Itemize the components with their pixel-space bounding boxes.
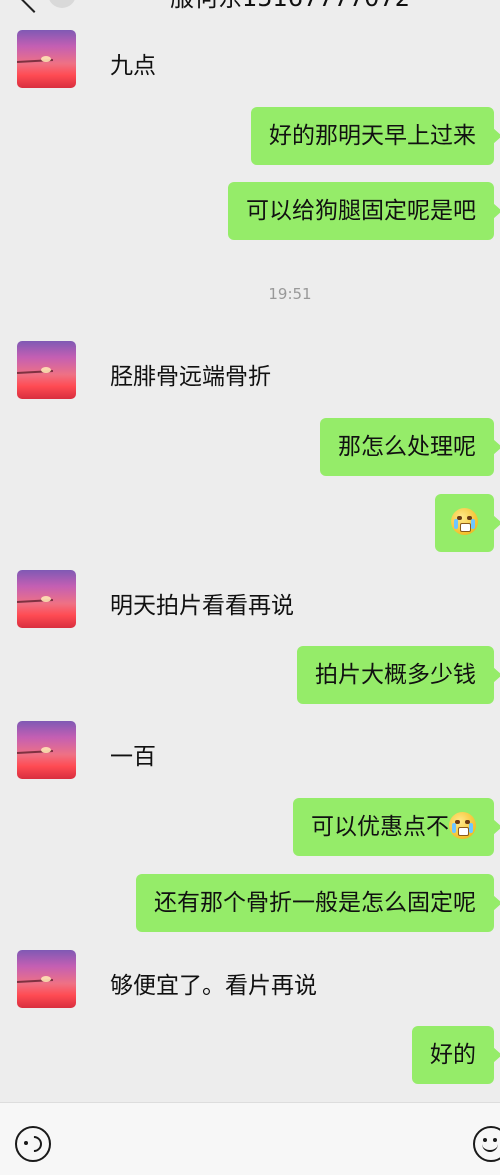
outgoing-message-text: 还有那个骨折一般是怎么固定呢 (154, 890, 476, 916)
top-bar: 5 服何东15167777072 (0, 0, 500, 14)
outgoing-message-bubble: 那怎么处理呢 (320, 418, 500, 476)
outgoing-message-text: 那怎么处理呢 (338, 434, 476, 460)
outgoing-message-text: 可以给狗腿固定呢是吧 (246, 198, 476, 224)
outgoing-message-text: 好的那明天早上过来 (269, 123, 476, 149)
contact-avatar[interactable] (17, 570, 76, 628)
outgoing-message-bubble: 好的 (412, 1026, 500, 1084)
voice-icon[interactable] (15, 1126, 51, 1162)
outgoing-message-bubble: 可以优惠点不 (293, 798, 500, 856)
input-toolbar (0, 1102, 500, 1175)
incoming-message: 胫腓骨远端骨折 (110, 364, 271, 390)
grimace-tears-emoji-icon (451, 508, 478, 535)
outgoing-message-text: 好的 (430, 1042, 476, 1068)
outgoing-message-bubble: 可以给狗腿固定呢是吧 (228, 182, 500, 240)
incoming-message: 一百 (110, 744, 156, 770)
outgoing-message-bubble: 好的那明天早上过来 (251, 107, 500, 165)
contact-avatar[interactable] (17, 30, 76, 88)
outgoing-emoji-bubble (435, 494, 500, 552)
smile-icon[interactable] (473, 1126, 500, 1162)
contact-avatar[interactable] (17, 721, 76, 779)
incoming-message: 九点 (110, 53, 156, 79)
contact-avatar[interactable] (17, 341, 76, 399)
message-timestamp: 19:51 (268, 285, 312, 303)
contact-avatar[interactable] (17, 950, 76, 1008)
chat-title: 服何东15167777072 (170, 0, 410, 13)
back-arrow-icon[interactable] (17, 0, 51, 13)
outgoing-message-text: 可以优惠点不 (311, 814, 449, 840)
grimace-tears-emoji-icon (449, 812, 476, 839)
outgoing-message-bubble: 还有那个骨折一般是怎么固定呢 (136, 874, 500, 932)
incoming-message: 够便宜了。看片再说 (110, 973, 317, 999)
unread-count-badge[interactable]: 5 (48, 0, 76, 8)
outgoing-message-text: 拍片大概多少钱 (315, 662, 476, 688)
outgoing-message-bubble: 拍片大概多少钱 (297, 646, 500, 704)
incoming-message: 明天拍片看看再说 (110, 593, 294, 619)
